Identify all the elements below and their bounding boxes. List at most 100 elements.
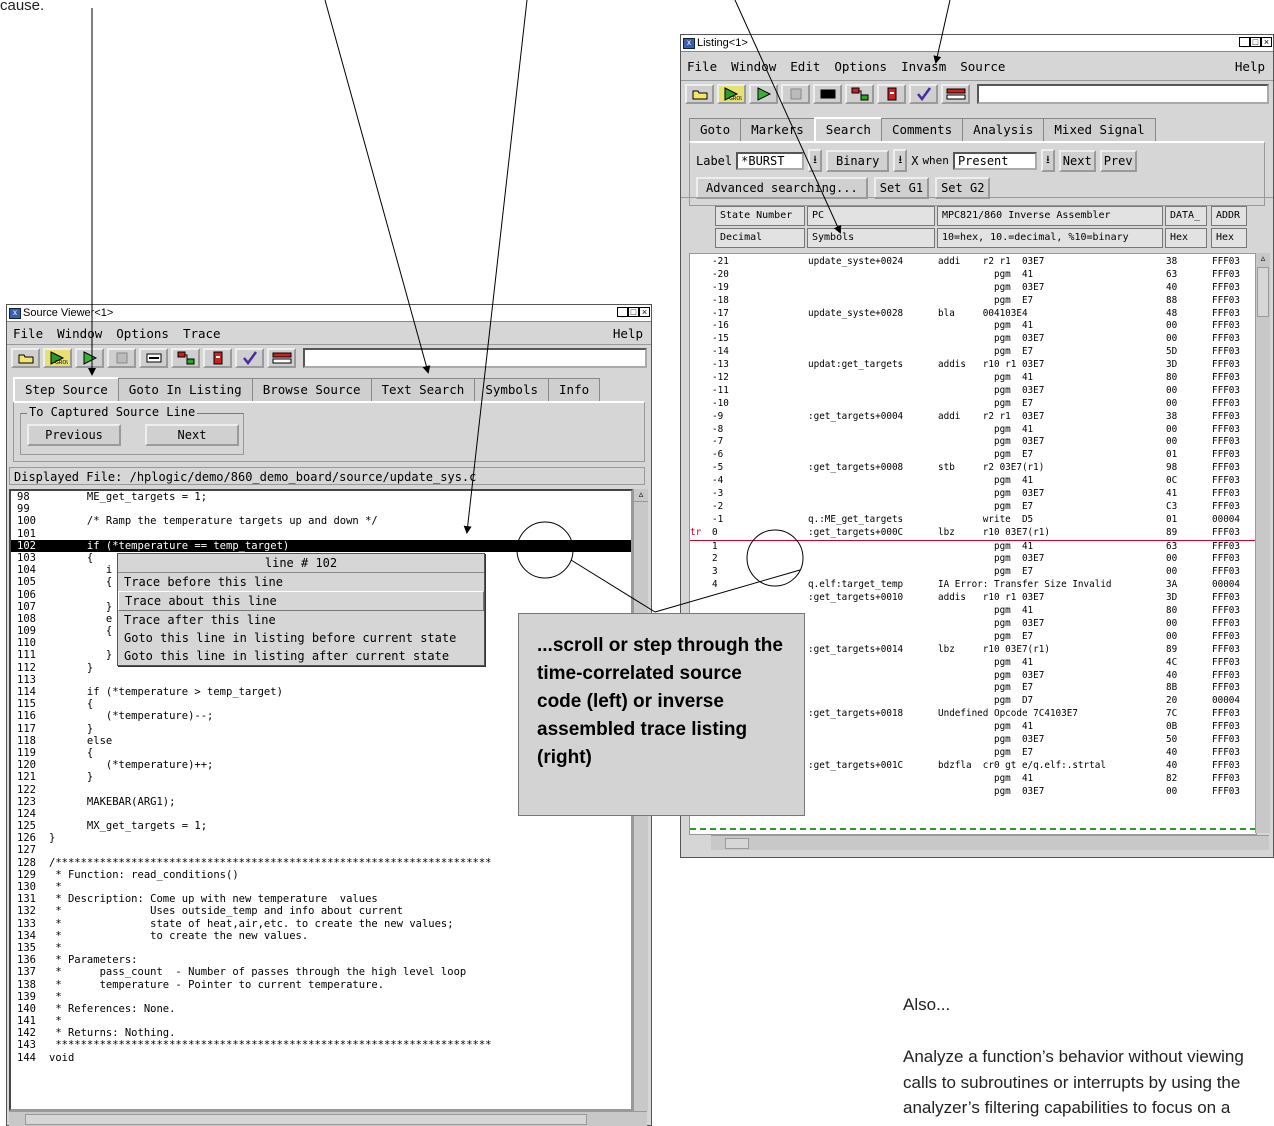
minimize-icon[interactable]: _	[617, 307, 628, 317]
scroll-thumb[interactable]	[725, 838, 749, 849]
next-button[interactable]: Next	[145, 424, 239, 446]
code-line[interactable]: 101	[11, 528, 631, 540]
listing-row[interactable]: -12 pgm 41 80 FFF03	[690, 372, 1256, 385]
code-line[interactable]: 98 ME_get_targets = 1;	[11, 491, 631, 503]
tab-browse-source[interactable]: Browse Source	[251, 378, 372, 401]
code-line[interactable]: 144 void	[11, 1052, 631, 1064]
toolbar-entry-field[interactable]	[303, 348, 647, 368]
menu-file[interactable]: File	[13, 326, 43, 341]
listing-row[interactable]: tr 0:get_targets+000C lbz r10 03E7(r1) 89 FF…	[690, 527, 1256, 541]
code-line[interactable]: 141 *	[11, 1015, 631, 1027]
scroll-up-icon[interactable]: ▵	[1256, 253, 1270, 265]
present-field[interactable]: Present	[952, 151, 1037, 170]
source-viewer-titlebar[interactable]: x Source Viewer<1> _ □ ×	[7, 305, 651, 322]
listing-row[interactable]: 4 q.elf:target_temp IA Error: Transfer Siz…	[690, 579, 1256, 592]
listing-row[interactable]: -16 pgm 41 00 FFF03	[690, 320, 1256, 333]
menu-item-trace-after[interactable]: Trace after this line	[118, 611, 484, 629]
listing-row[interactable]: -19 pgm 03E7 40 FFF03	[690, 282, 1256, 295]
toolbar-entry-field[interactable]	[977, 84, 1269, 104]
code-line[interactable]: 130 *	[11, 881, 631, 893]
scroll-thumb[interactable]	[1257, 267, 1269, 317]
prev-button[interactable]: Prev	[1099, 149, 1137, 172]
open-folder-button[interactable]	[11, 348, 40, 368]
tab-search[interactable]: Search	[813, 117, 882, 141]
listing-row[interactable]: -20 pgm 41 63 FFF03	[690, 269, 1256, 282]
chart-button[interactable]	[203, 348, 232, 368]
tab-goto[interactable]: Goto	[689, 118, 742, 141]
listing-row[interactable]: 2 pgm 03E7 00 FFF03	[690, 553, 1256, 566]
maximize-icon[interactable]: □	[1250, 37, 1261, 47]
listing-row[interactable]: -5:get_targets+0008 stb r2 03E7(r1) 98 FFF0…	[690, 462, 1256, 475]
menu-help[interactable]: Help	[613, 326, 643, 341]
menu-source[interactable]: Source	[960, 59, 1005, 74]
tab-goto-in-listing[interactable]: Goto In Listing	[117, 378, 253, 401]
listing-row[interactable]: -21 update_syste+0024 addi r2 r1 03E7 38 FFF…	[690, 256, 1256, 269]
code-line[interactable]: 127	[11, 844, 631, 856]
listing-horizontal-scrollbar[interactable]	[711, 835, 1269, 850]
listing-row[interactable]: -17 update_syste+0028 bla 004103E4 48 FFF03	[690, 308, 1256, 321]
run-group-button[interactable]: GROUP	[43, 348, 72, 368]
window-menu-icon[interactable]: x	[683, 38, 695, 49]
scroll-thumb[interactable]	[25, 1114, 587, 1125]
set-g2-button[interactable]: Set G2	[935, 177, 991, 199]
stop-button[interactable]	[107, 348, 136, 368]
maximize-icon[interactable]: □	[628, 307, 639, 317]
binary-dropdown-button[interactable]: ⭳	[893, 149, 908, 172]
listing-row[interactable]: -11 pgm 03E7 00 FFF03	[690, 385, 1256, 398]
listing-row[interactable]: -6 pgm E7 01 FFF03	[690, 449, 1256, 462]
listing-row[interactable]: -1 q.:ME_get_targets write D5 01 00004	[690, 514, 1256, 527]
menu-item-trace-before[interactable]: Trace before this line	[118, 573, 484, 591]
tab-comments[interactable]: Comments	[880, 118, 964, 141]
stop-button[interactable]	[781, 84, 810, 104]
run-button[interactable]	[749, 84, 778, 104]
minimize-icon[interactable]: _	[1239, 37, 1250, 47]
run-group-button[interactable]: GROUP	[717, 84, 746, 104]
code-line[interactable]: 129 * Function: read_conditions()	[11, 869, 631, 881]
tab-info[interactable]: Info	[548, 378, 601, 401]
code-line[interactable]: 140 * References: None.	[11, 1003, 631, 1015]
listing-row[interactable]: -10 pgm E7 00 FFF03	[690, 398, 1256, 411]
header-pc-format[interactable]: Symbols	[807, 228, 935, 248]
probe-button[interactable]	[267, 348, 296, 368]
listing-row[interactable]: -7 pgm 03E7 00 FFF03	[690, 436, 1256, 449]
code-line[interactable]: 143 ************************************…	[11, 1039, 631, 1051]
code-line[interactable]: 102 if (*temperature == temp_target)	[11, 539, 631, 552]
code-line[interactable]: 100 /* Ramp the temperature targets up a…	[11, 515, 631, 527]
menu-window[interactable]: Window	[57, 326, 102, 341]
listing-row[interactable]: -9:get_targets+0004 addi r2 r1 03E7 38 FFF0…	[690, 411, 1256, 424]
menu-item-trace-about[interactable]: Trace about this line	[118, 591, 484, 611]
code-line[interactable]: 136 * Parameters:	[11, 954, 631, 966]
menu-window[interactable]: Window	[731, 59, 776, 74]
code-line[interactable]: 99	[11, 503, 631, 515]
advanced-searching-button[interactable]: Advanced searching...	[696, 177, 868, 199]
header-data[interactable]: DATA_	[1165, 206, 1207, 226]
label-field[interactable]: *BURST	[736, 151, 805, 170]
code-line[interactable]: 126}	[11, 832, 631, 844]
close-icon[interactable]: ×	[1261, 37, 1272, 47]
header-pc[interactable]: PC	[807, 206, 935, 226]
menu-file[interactable]: File	[687, 59, 717, 74]
present-dropdown-button[interactable]: ⭳	[1040, 149, 1055, 172]
listing-button[interactable]	[813, 84, 842, 104]
listing-row[interactable]: -13 updat:get_targets addis r10 r1 03E7 3D F…	[690, 359, 1256, 372]
header-addr-format[interactable]: Hex	[1211, 228, 1247, 248]
open-folder-button[interactable]	[685, 84, 714, 104]
listing-row[interactable]: -15 pgm 03E7 00 FFF03	[690, 333, 1256, 346]
menu-item-goto-after[interactable]: Goto this line in listing after current …	[118, 647, 484, 665]
listing-row[interactable]: 3 pgm E7 00 FFF03	[690, 566, 1256, 579]
header-addr[interactable]: ADDR	[1211, 206, 1247, 226]
listing-row[interactable]: -8 pgm 41 00 FFF03	[690, 424, 1256, 437]
waveform-button[interactable]	[845, 84, 874, 104]
tab-symbols[interactable]: Symbols	[474, 378, 550, 401]
label-dropdown-button[interactable]: ⭳	[808, 149, 822, 172]
next-button[interactable]: Next	[1058, 149, 1096, 172]
tab-analysis[interactable]: Analysis	[962, 118, 1045, 141]
listing-row[interactable]: :get_targets+0010 addis r10 r1 03E7 3D FFF0…	[690, 592, 1256, 605]
check-button[interactable]	[235, 348, 264, 368]
menu-options[interactable]: Options	[834, 59, 887, 74]
tab-step-source[interactable]: Step Source	[13, 377, 119, 401]
set-g1-button[interactable]: Set G1	[873, 177, 930, 199]
header-inverse-assembler[interactable]: MPC821/860 Inverse Assembler	[937, 206, 1163, 226]
code-line[interactable]: 128 /************************************…	[11, 857, 631, 869]
close-icon[interactable]: ×	[639, 307, 650, 317]
